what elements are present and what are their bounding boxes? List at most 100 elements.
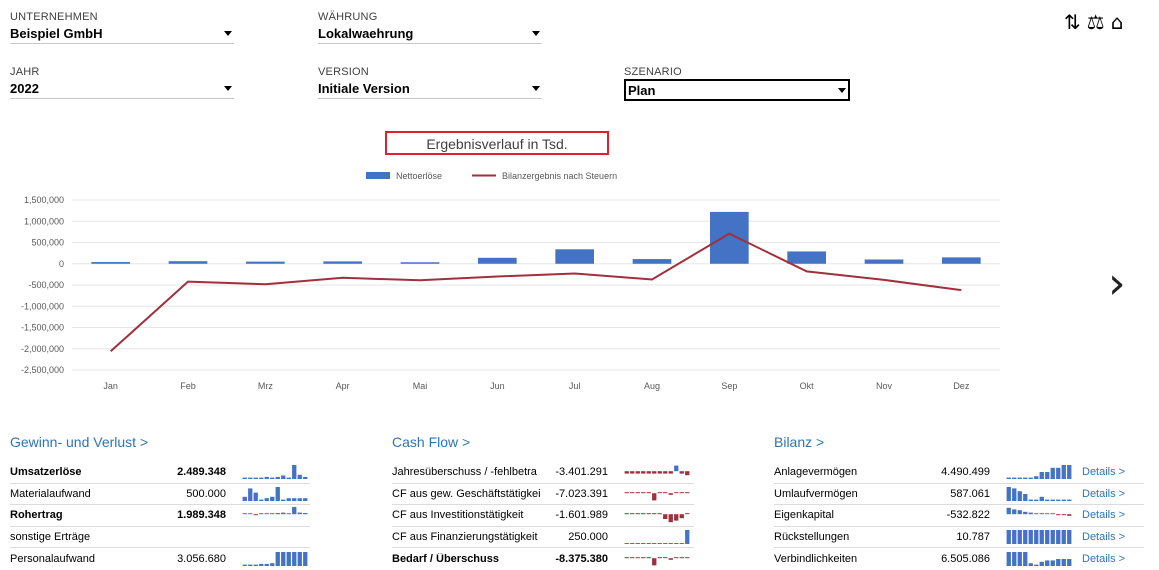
sparkline-bar: [297, 497, 302, 501]
row-value: 4.490.499: [941, 466, 990, 479]
sparkline-bar: [248, 513, 253, 515]
table-row[interactable]: CF aus Investitionstätigkeit -1.601.989: [392, 505, 694, 527]
table-row[interactable]: Anlagevermögen 4.490.499 Details >: [774, 462, 1144, 484]
details-link[interactable]: Details >: [1082, 488, 1125, 500]
details-link[interactable]: Details >: [1082, 509, 1125, 521]
chevron-down-icon[interactable]: [838, 87, 846, 93]
next-page-arrow[interactable]: ›: [1108, 262, 1126, 306]
section-title-cashflow[interactable]: Cash Flow >: [392, 434, 694, 454]
sparkline-bar: [242, 513, 247, 515]
chevron-down-icon[interactable]: [224, 31, 232, 36]
sparkline-bar: [253, 492, 258, 501]
sparkline-cell: [242, 507, 308, 523]
sparkline-bar: [1067, 529, 1072, 544]
sparkline-bar: [253, 564, 258, 566]
sparkline-bar: [674, 556, 679, 558]
sparkline-bar: [641, 471, 646, 474]
sparkline-bar: [259, 477, 264, 480]
waehrung-dropdown[interactable]: Lokalwaehrung: [318, 24, 542, 44]
table-row[interactable]: CF aus gew. Geschäftstätigkei -7.023.391: [392, 484, 694, 505]
sparkline-bar: [679, 542, 684, 544]
sparkline-bar: [1006, 477, 1011, 480]
sparkline-bar: [1012, 551, 1017, 566]
table-row[interactable]: Umlaufvermögen 587.061 Details >: [774, 484, 1144, 505]
chevron-down-icon[interactable]: [224, 86, 232, 91]
sparkline-bar: [657, 513, 662, 515]
sparkline-bar: [1023, 512, 1028, 515]
table-row[interactable]: Verbindlichkeiten 6.505.086 Details >: [774, 548, 1144, 570]
sparkline-cell: [624, 507, 690, 523]
refresh-arrows-icon[interactable]: ⇅: [1064, 10, 1081, 34]
x-tick-label: Mrz: [258, 381, 273, 391]
sparkline: [1006, 551, 1072, 566]
y-tick-label: -2,500,000: [21, 365, 64, 375]
filter-jahr[interactable]: JAHR 2022: [10, 65, 234, 99]
sparkline-bar: [1056, 558, 1061, 566]
filter-unternehmen[interactable]: UNTERNEHMEN Beispiel GmbH: [10, 10, 234, 44]
szenario-dropdown[interactable]: Plan: [624, 79, 850, 101]
version-dropdown[interactable]: Initiale Version: [318, 79, 542, 99]
filter-version[interactable]: VERSION Initiale Version: [318, 65, 542, 99]
sparkline-bar: [275, 477, 280, 480]
sparkline-bar: [641, 491, 646, 493]
row-label: Eigenkapital: [774, 509, 834, 522]
row-label: Rückstellungen: [774, 530, 850, 543]
sparkline-bar: [286, 551, 291, 566]
details-link[interactable]: Details >: [1082, 466, 1125, 478]
row-label: Bedarf / Überschuss: [392, 552, 499, 565]
sparkline-bar: [270, 513, 275, 515]
table-row[interactable]: CF aus Finanzierungstätigkeit 250.000: [392, 527, 694, 548]
filter-value: Plan: [628, 82, 656, 98]
row-label: Verbindlichkeiten: [774, 552, 858, 565]
x-tick-label: Aug: [644, 381, 660, 391]
sparkline-bar: [679, 471, 684, 474]
row-value: 587.061: [950, 487, 990, 500]
table-row[interactable]: Rückstellungen 10.787 Details >: [774, 527, 1144, 548]
x-tick-label: Sep: [721, 381, 737, 391]
table-row[interactable]: Bedarf / Überschuss -8.375.380: [392, 548, 694, 570]
filter-value: Beispiel GmbH: [10, 26, 103, 41]
sparkline-bar: [270, 562, 275, 566]
sparkline-bar: [264, 497, 269, 501]
table-row[interactable]: Eigenkapital -532.822 Details >: [774, 505, 1144, 527]
sparkline-bar: [1061, 558, 1066, 566]
home-icon[interactable]: ⌂: [1111, 10, 1124, 34]
sparkline: [1006, 508, 1072, 517]
chevron-down-icon[interactable]: [532, 86, 540, 91]
filter-label: SZENARIO: [624, 66, 682, 78]
sparkline-bar: [685, 471, 690, 476]
table-row[interactable]: Umsatzerlöse 2.489.348: [10, 462, 310, 484]
sparkline-bar: [275, 551, 280, 566]
table-row[interactable]: Jahresüberschuss / -fehlbetra -3.401.291: [392, 462, 694, 484]
sparkline-bar: [1056, 468, 1061, 480]
table-row[interactable]: Materialaufwand 500.000: [10, 484, 310, 505]
table-row[interactable]: sonstige Erträge: [10, 527, 310, 548]
sparkline-bar: [1045, 499, 1050, 501]
sparkline-bar: [242, 564, 247, 566]
y-tick-label: 500,000: [31, 238, 64, 248]
filter-waehrung[interactable]: WÄHRUNG Lokalwaehrung: [318, 10, 542, 44]
details-link[interactable]: Details >: [1082, 531, 1125, 543]
unternehmen-dropdown[interactable]: Beispiel GmbH: [10, 24, 234, 44]
sparkline-bar: [674, 514, 679, 521]
sparkline-bar: [630, 513, 635, 515]
sparkline-bar: [303, 513, 308, 515]
sparkline-bar: [1045, 513, 1050, 515]
section-title-guv[interactable]: Gewinn- und Verlust >: [10, 434, 310, 454]
table-row[interactable]: Rohertrag 1.989.348: [10, 505, 310, 527]
bar-nettoerloese: [91, 262, 130, 264]
details-link[interactable]: Details >: [1082, 553, 1125, 565]
sparkline-bar: [1012, 529, 1017, 544]
x-tick-label: Okt: [800, 381, 815, 391]
legend-swatch-bar: [366, 172, 390, 179]
jahr-dropdown[interactable]: 2022: [10, 79, 234, 99]
sparkline-bar: [652, 557, 657, 566]
section-title-bilanz[interactable]: Bilanz >: [774, 434, 1144, 454]
sparkline-bar: [624, 556, 629, 558]
chevron-down-icon[interactable]: [532, 31, 540, 36]
filter-szenario[interactable]: SZENARIO Plan: [624, 65, 850, 101]
table-row[interactable]: Personalaufwand 3.056.680: [10, 548, 310, 570]
y-tick-label: 0: [59, 259, 64, 269]
sparkline-cell: [242, 551, 308, 567]
balance-scale-icon[interactable]: ⚖: [1087, 10, 1105, 34]
